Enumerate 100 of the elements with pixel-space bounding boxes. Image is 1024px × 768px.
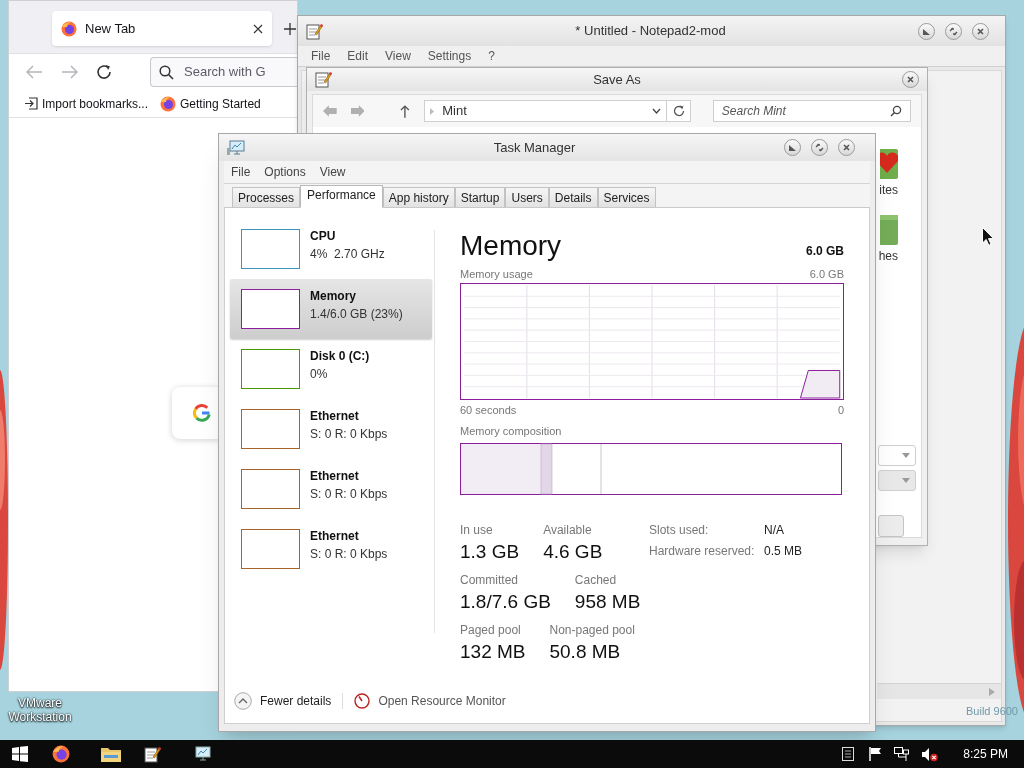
resource-item[interactable]: CPU 4% 2.70 GHz — [230, 219, 432, 279]
resource-reading: 0% — [310, 366, 329, 383]
favorites-folder-icon[interactable] — [880, 147, 898, 180]
close-button[interactable] — [838, 139, 855, 156]
minimize-button[interactable] — [918, 22, 935, 40]
window-title: Task Manager — [492, 138, 577, 157]
menu-item[interactable]: Options — [264, 163, 306, 181]
graph-label: Memory usage — [460, 267, 533, 282]
notepad-icon — [315, 71, 332, 89]
stat-value: 4.6 GB — [543, 539, 603, 564]
close-icon — [842, 143, 851, 152]
menu-item[interactable]: File — [231, 163, 251, 181]
tab[interactable]: Services — [597, 187, 656, 207]
stat-value: 132 MB — [460, 639, 526, 664]
firefox-icon — [61, 20, 77, 37]
search-placeholder: Search with G — [184, 63, 266, 82]
tab[interactable]: App history — [382, 187, 455, 207]
fewer-details-link[interactable]: Fewer details — [260, 692, 332, 710]
flag-icon[interactable] — [869, 747, 884, 761]
menu-item[interactable]: View — [319, 163, 346, 181]
tab-title: New Tab — [85, 19, 137, 38]
menu-item[interactable]: View — [385, 47, 411, 65]
dropdown-field[interactable] — [878, 470, 916, 492]
tab[interactable]: Performance — [300, 185, 383, 208]
maximize-icon — [815, 143, 824, 152]
caret-icon — [902, 478, 910, 484]
search-icon — [159, 64, 174, 80]
resource-name: Ethernet — [310, 408, 360, 425]
resource-item[interactable]: Ethernet S: 0 R: 0 Kbps — [230, 459, 432, 519]
volume-muted-icon[interactable] — [922, 746, 939, 762]
minimize-icon — [922, 26, 931, 36]
import-icon — [24, 97, 38, 110]
close-icon[interactable] — [253, 23, 263, 34]
stat-label: Slots used: — [649, 521, 710, 539]
close-icon — [906, 75, 915, 85]
bookmark-link[interactable]: Import bookmarks... — [24, 94, 149, 113]
menu-item[interactable]: Settings — [427, 47, 472, 65]
tab[interactable]: Startup — [454, 187, 506, 207]
menu-item[interactable]: ? — [488, 47, 495, 65]
item-label: hes — [878, 248, 898, 266]
resource-item[interactable]: Memory 1.4/6.0 GB (23%) — [230, 279, 432, 339]
dropdown-field[interactable] — [878, 445, 916, 467]
axis-label: 0 — [837, 402, 844, 418]
refresh-button[interactable] — [667, 100, 691, 123]
detail-title: Memory — [460, 230, 562, 262]
search-field[interactable]: Search Mint — [712, 100, 911, 123]
close-button[interactable] — [972, 22, 989, 40]
resource-reading: S: 0 R: 0 Kbps — [310, 486, 388, 503]
close-button[interactable] — [902, 71, 919, 89]
collapse-icon[interactable] — [234, 692, 252, 710]
minimize-button[interactable] — [784, 139, 801, 156]
maximize-button[interactable] — [945, 22, 962, 40]
search-icon — [890, 105, 902, 118]
tab[interactable]: Details — [548, 187, 598, 207]
stat-value: 1.8/7.6 GB — [460, 589, 551, 614]
axis-label: 60 seconds — [460, 402, 517, 418]
resource-item[interactable]: Ethernet S: 0 R: 0 Kbps — [230, 399, 432, 459]
start-icon[interactable] — [12, 746, 28, 762]
tab[interactable]: Processes — [232, 187, 301, 207]
breadcrumb-arrow-icon — [430, 107, 435, 115]
horizontal-scrollbar[interactable] — [877, 683, 1001, 699]
bookmark-link[interactable]: Getting Started — [160, 94, 261, 113]
resource-monitor-icon[interactable] — [354, 693, 371, 709]
stat-label: In use — [460, 521, 494, 539]
menu-item[interactable]: File — [311, 47, 331, 65]
resource-reading: S: 0 R: 0 Kbps — [310, 426, 388, 443]
mouse-cursor-icon — [982, 227, 994, 246]
browser-tab[interactable]: New Tab — [52, 11, 272, 46]
resource-name: CPU — [310, 228, 337, 245]
maximize-button[interactable] — [811, 139, 828, 156]
show-desktop-icon[interactable] — [842, 747, 855, 761]
graph-max: 6.0 GB — [809, 267, 844, 282]
monitor-icon[interactable] — [193, 746, 211, 762]
stat-label: Committed — [460, 571, 519, 589]
network-icon[interactable] — [894, 746, 911, 762]
folder-icon[interactable] — [101, 746, 121, 762]
chevron-down-icon[interactable] — [652, 108, 662, 115]
search-field[interactable]: Search with G — [150, 57, 297, 87]
stat-value: N/A — [764, 521, 784, 539]
menu-item[interactable]: Edit — [347, 47, 369, 65]
path-field[interactable]: Mint — [424, 100, 668, 123]
maximize-icon — [949, 26, 958, 36]
resource-item[interactable]: Disk 0 (C:) 0% — [230, 339, 432, 399]
notepad-icon — [306, 22, 323, 40]
item-label: ites — [879, 182, 898, 200]
caret-icon — [902, 453, 910, 459]
dialog-title: Save As — [592, 70, 642, 89]
plus-icon[interactable] — [284, 23, 296, 35]
tab[interactable]: Users — [505, 187, 549, 207]
resource-item[interactable]: Ethernet S: 0 R: 0 Kbps — [230, 519, 432, 579]
reload-icon[interactable] — [96, 64, 112, 80]
refresh-icon — [672, 105, 685, 118]
monitor-icon — [227, 139, 245, 156]
up-arrow-icon[interactable] — [400, 104, 411, 118]
total-memory: 6.0 GB — [806, 243, 844, 260]
path-text: Mint — [442, 102, 468, 121]
clock[interactable]: 8:25 PM — [963, 745, 1008, 763]
resource-monitor-link[interactable]: Open Resource Monitor — [378, 692, 506, 710]
resource-reading: 4% 2.70 GHz — [310, 246, 385, 263]
stat-value: 50.8 MB — [549, 639, 622, 664]
